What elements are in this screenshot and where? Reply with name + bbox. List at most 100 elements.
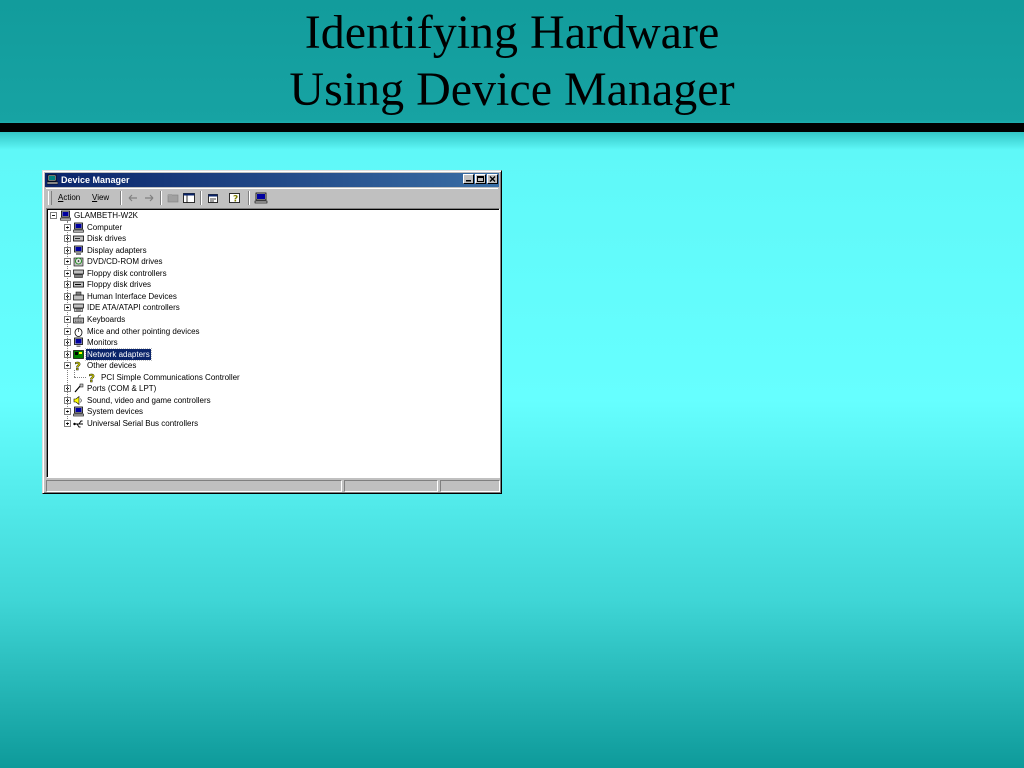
back-button[interactable] xyxy=(126,191,140,205)
disk-drive-icon xyxy=(73,233,84,244)
hid-icon xyxy=(73,291,84,302)
tree-item[interactable]: Universal Serial Bus controllers xyxy=(47,418,487,429)
speaker-icon xyxy=(73,395,84,406)
help-icon: ? xyxy=(229,193,240,205)
tree-item-label: Disk drives xyxy=(87,234,127,244)
minimize-button[interactable] xyxy=(463,174,474,184)
tree-item-label: Floppy disk drives xyxy=(87,280,152,290)
status-panel xyxy=(46,480,342,492)
close-icon xyxy=(489,176,496,182)
back-arrow-icon xyxy=(128,194,137,202)
tree-item[interactable]: Sound, video and game controllers xyxy=(47,395,487,406)
forward-button[interactable] xyxy=(142,191,156,205)
toolbar-separator xyxy=(200,191,202,205)
toolbar-separator xyxy=(248,191,250,205)
display-adapter-icon xyxy=(73,245,84,256)
help-button[interactable]: ? xyxy=(228,191,242,205)
tree-item[interactable]: DVD/CD-ROM drives xyxy=(47,256,487,267)
scan-hardware-button[interactable] xyxy=(254,191,268,205)
tree-item[interactable]: Display adapters xyxy=(47,245,487,256)
maximize-button[interactable] xyxy=(475,174,486,184)
tree-item[interactable]: System devices xyxy=(47,406,487,417)
network-adapter-icon xyxy=(73,349,84,360)
tree-item-label: Ports (COM & LPT) xyxy=(87,384,157,394)
cdrom-icon xyxy=(73,256,84,267)
tree-item-label: IDE ATA/ATAPI controllers xyxy=(87,303,180,313)
tree-item-label: Floppy disk controllers xyxy=(87,268,167,278)
menu-action[interactable]: Action xyxy=(58,193,80,203)
show-hide-tree-button[interactable] xyxy=(182,191,196,205)
tree-item[interactable]: Network adapters xyxy=(47,347,487,361)
computer-scan-icon xyxy=(254,192,268,204)
tree-item-label: Mice and other pointing devices xyxy=(87,326,200,336)
tree-item[interactable]: Floppy disk controllers xyxy=(47,268,487,279)
computer-icon xyxy=(46,174,59,185)
tree-item[interactable]: Keyboards xyxy=(47,314,487,325)
system-device-icon xyxy=(73,406,84,417)
tree-item[interactable]: Mice and other pointing devices xyxy=(47,326,487,337)
svg-text:?: ? xyxy=(75,360,81,371)
monitor-icon xyxy=(73,337,84,348)
tree-item[interactable]: Floppy disk drives xyxy=(47,279,487,290)
tree-item[interactable]: Computer xyxy=(47,222,487,233)
close-button[interactable] xyxy=(487,174,498,184)
maximize-icon xyxy=(477,176,484,182)
toolbar-separator xyxy=(120,191,122,205)
properties-icon xyxy=(208,194,218,203)
up-level-button[interactable] xyxy=(166,191,180,205)
tree-item[interactable]: Disk drives xyxy=(47,233,487,244)
slide-title-line2: Using Device Manager xyxy=(289,63,735,116)
show-hide-tree-icon xyxy=(183,193,195,203)
tree-item-label: Monitors xyxy=(87,338,118,348)
tree-item-label: Display adapters xyxy=(87,245,147,255)
tree-root-item[interactable]: GLAMBETH-W2K xyxy=(47,210,487,221)
status-panel xyxy=(440,480,500,492)
tree-item-label: Human Interface Devices xyxy=(87,291,177,301)
tree-item[interactable]: Monitors xyxy=(47,337,487,348)
ide-controller-icon xyxy=(73,302,84,313)
usb-icon xyxy=(73,418,84,429)
computer-icon xyxy=(73,222,84,233)
folder-up-icon xyxy=(167,194,179,203)
tree-item[interactable]: Human Interface Devices xyxy=(47,291,487,302)
status-bar xyxy=(46,480,500,492)
computer-icon xyxy=(60,210,71,221)
window-titlebar[interactable]: Device Manager xyxy=(45,173,499,187)
menu-view[interactable]: View xyxy=(92,193,109,203)
slide-title-line1: Identifying Hardware xyxy=(304,6,720,59)
minimize-icon xyxy=(466,180,471,182)
collapse-toggle-icon[interactable] xyxy=(50,212,57,219)
floppy-controller-icon xyxy=(73,268,84,279)
window-title: Device Manager xyxy=(61,175,130,185)
tree-child-item[interactable]: ? PCI Simple Communications Controller xyxy=(47,371,487,384)
status-panel xyxy=(344,480,438,492)
tree-item-label: GLAMBETH-W2K xyxy=(74,211,139,220)
title-divider xyxy=(0,123,1024,132)
toolbar-separator xyxy=(160,191,162,205)
question-mark-icon: ? xyxy=(87,371,98,384)
tree-item-label: Universal Serial Bus controllers xyxy=(87,418,199,428)
tree-item-label: Network adapters xyxy=(85,347,152,361)
tree-connector-line xyxy=(74,377,86,379)
tree-item-label: Sound, video and game controllers xyxy=(87,395,211,405)
forward-arrow-icon xyxy=(145,194,154,202)
tree-item-label: Computer xyxy=(87,222,123,232)
tree-connector-line xyxy=(67,220,68,424)
svg-text:?: ? xyxy=(89,372,95,383)
mouse-icon xyxy=(73,326,84,337)
slide-title: Identifying Hardware Using Device Manage… xyxy=(0,4,1024,118)
tree-item-label: DVD/CD-ROM drives xyxy=(87,257,163,267)
tree-item[interactable]: Ports (COM & LPT) xyxy=(47,383,487,394)
tree-item[interactable]: ? Other devices xyxy=(47,360,487,373)
properties-button[interactable] xyxy=(206,191,220,205)
device-tree[interactable]: GLAMBETH-W2K Computer Disk drives Display a… xyxy=(46,208,500,478)
port-icon xyxy=(73,383,84,394)
tree-item-label: PCI Simple Communications Controller xyxy=(101,372,240,382)
tree-item-label: Other devices xyxy=(87,361,137,371)
tree-item[interactable]: IDE ATA/ATAPI controllers xyxy=(47,302,487,313)
toolbar-grip[interactable] xyxy=(48,191,52,205)
tree-item-label: Keyboards xyxy=(87,314,126,324)
menu-toolbar: Action View ? xyxy=(46,188,498,209)
keyboard-icon xyxy=(73,314,84,325)
svg-text:?: ? xyxy=(233,195,238,205)
